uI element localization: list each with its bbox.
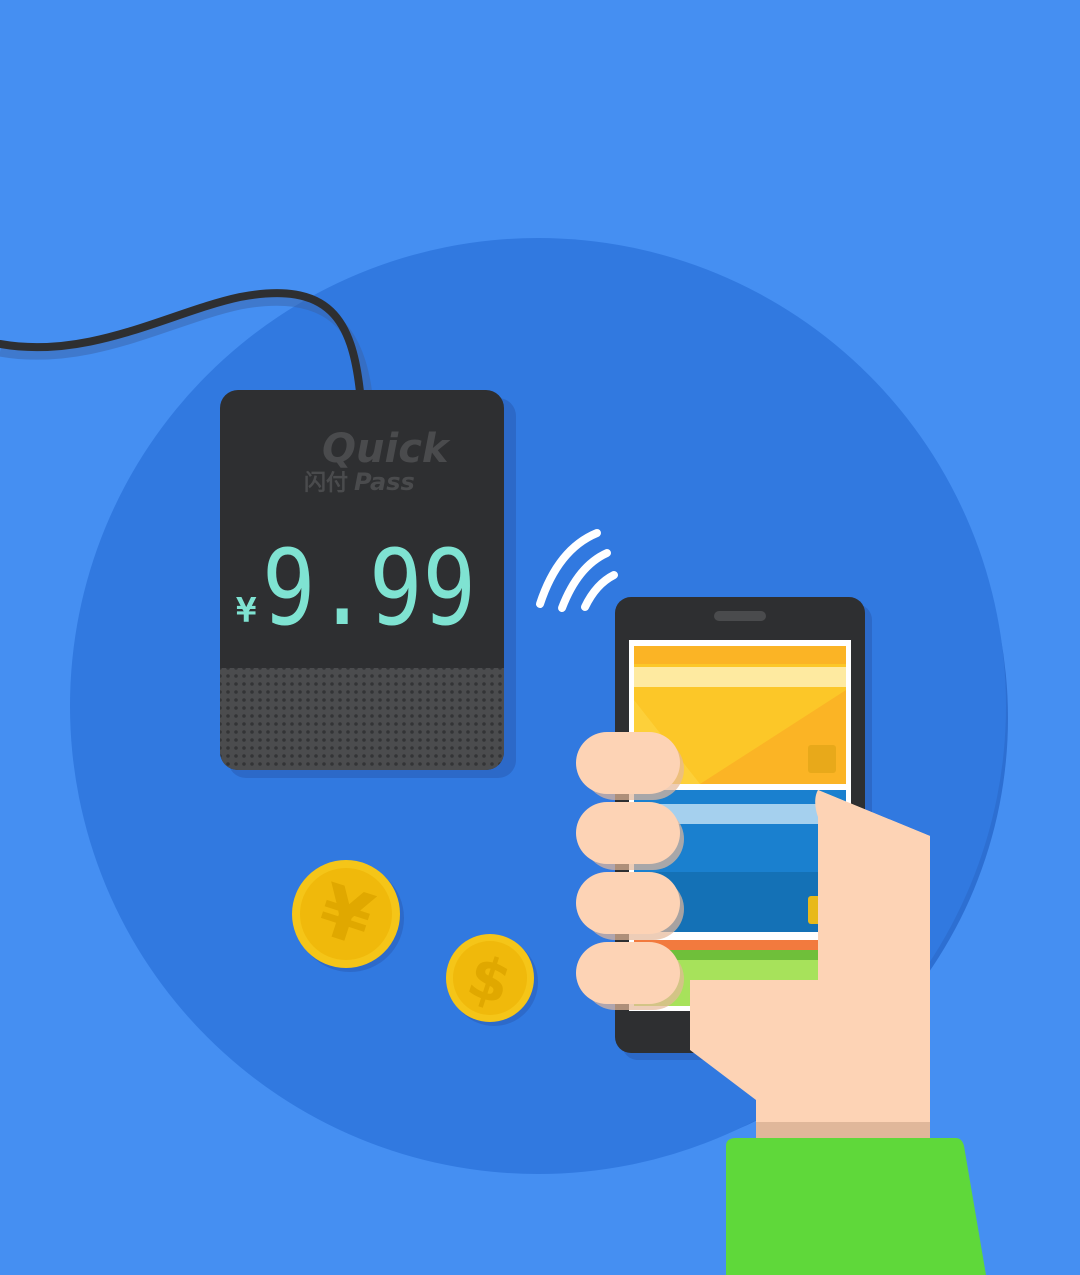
- amount-display: 9.99: [262, 527, 476, 649]
- phone-speaker: [714, 611, 766, 621]
- payment-terminal: Quick 闪付 Pass ¥ 9.99: [220, 390, 516, 778]
- finger-2: [576, 802, 680, 864]
- finger-3: [576, 872, 680, 934]
- sleeve: [726, 1138, 986, 1275]
- speaker-grille: [220, 668, 504, 770]
- finger-1: [576, 732, 680, 794]
- card-chip-icon: [808, 745, 836, 773]
- brand-quick-text: Quick: [322, 426, 451, 472]
- brand-pass-text: Pass: [354, 468, 415, 496]
- payment-illustration: Quick 闪付 Pass ¥ 9.99 ¥ $: [0, 0, 1080, 1275]
- currency-symbol: ¥: [236, 591, 257, 631]
- brand-cn-text: 闪付: [304, 471, 348, 496]
- finger-4: [576, 942, 680, 1004]
